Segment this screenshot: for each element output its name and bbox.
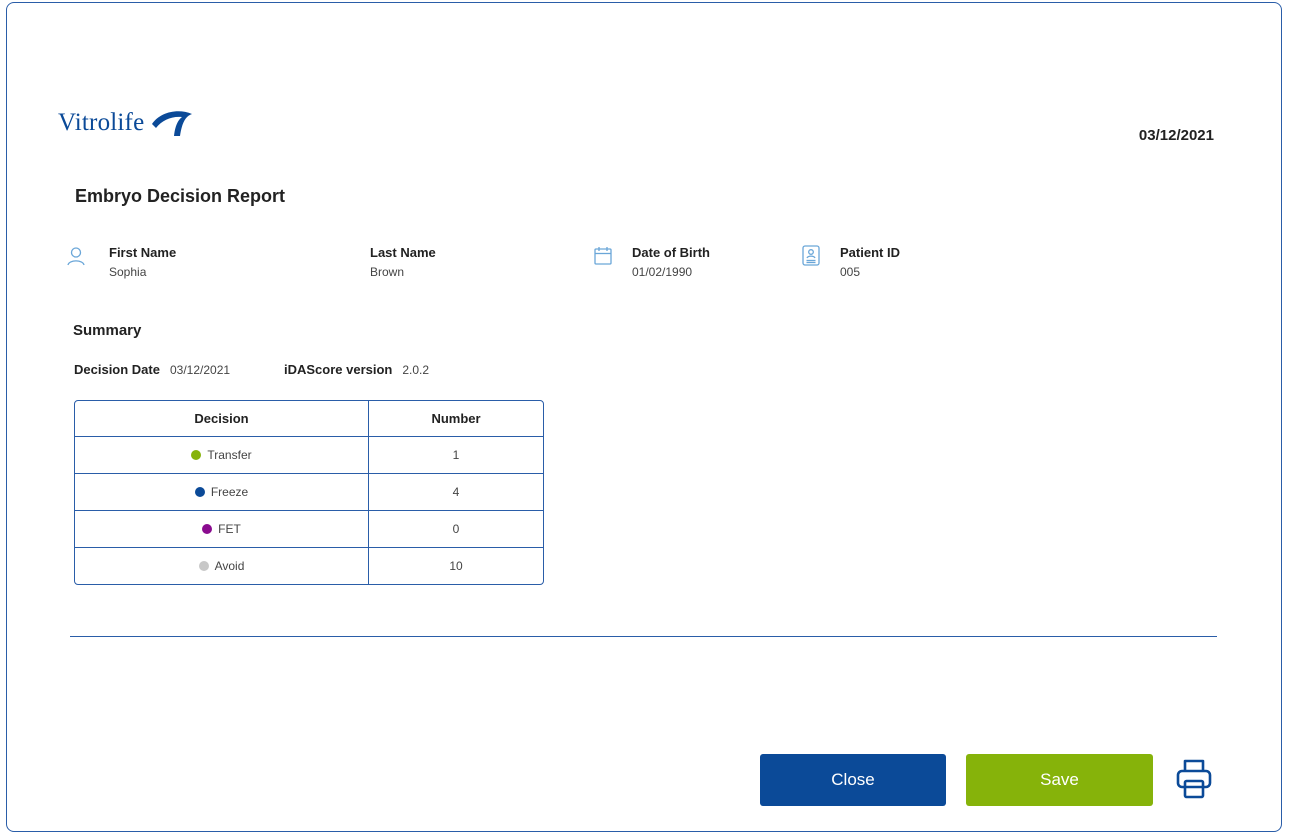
patient-id-value: 005 (840, 265, 861, 279)
dob-label: Date of Birth (632, 245, 710, 260)
number-cell: 0 (452, 522, 460, 536)
transfer-dot-icon (191, 450, 202, 460)
printer-icon[interactable] (1175, 757, 1213, 806)
person-icon (66, 246, 86, 271)
table-row: Freeze 4 (75, 473, 543, 510)
patient-id-field: Patient ID 005 (840, 245, 900, 279)
number-cell: 1 (452, 448, 460, 462)
number-cell: 10 (449, 559, 463, 573)
section-divider (70, 636, 1217, 637)
decision-date: Decision Date 03/12/2021 (74, 362, 230, 377)
decision-cell: FET (218, 522, 241, 536)
report-title: Embryo Decision Report (75, 186, 286, 206)
summary-title: Summary (73, 322, 142, 339)
logo-text: Vitrolife (58, 109, 145, 136)
decision-date-value: 03/12/2021 (169, 363, 231, 377)
decision-column-header: Decision (75, 401, 369, 436)
decision-table: Decision Number Transfer 1 Freeze 4 FET … (74, 400, 544, 585)
logo-swoosh-icon (150, 108, 194, 138)
freeze-dot-icon (194, 487, 205, 497)
decision-date-label: Decision Date (74, 362, 160, 377)
report-date: 03/12/2021 (1138, 127, 1214, 144)
calendar-icon (594, 246, 612, 271)
last-name-label: Last Name (370, 245, 436, 260)
table-row: FET 0 (75, 510, 543, 547)
idascore-version-value: 2.0.2 (402, 363, 430, 377)
first-name-field: First Name Sophia (109, 245, 176, 279)
first-name-value: Sophia (109, 265, 147, 279)
table-row: Avoid 10 (75, 547, 543, 584)
save-button[interactable]: Save (966, 754, 1153, 806)
last-name-value: Brown (370, 265, 405, 279)
dob-field: Date of Birth 01/02/1990 (632, 245, 710, 279)
table-row: Transfer 1 (75, 436, 543, 473)
patient-id-label: Patient ID (840, 245, 900, 260)
table-header-row: Decision Number (75, 401, 543, 436)
decision-cell: Transfer (207, 448, 252, 462)
vitrolife-logo: Vitrolife (58, 108, 194, 138)
fet-dot-icon (202, 524, 213, 534)
decision-cell: Avoid (214, 559, 245, 573)
avoid-dot-icon (198, 561, 209, 571)
idascore-version: iDAScore version 2.0.2 (284, 362, 429, 377)
close-button[interactable]: Close (760, 754, 946, 806)
first-name-label: First Name (109, 245, 177, 260)
id-card-icon (802, 245, 820, 271)
number-cell: 4 (452, 485, 460, 499)
decision-cell: Freeze (210, 485, 249, 499)
dob-value: 01/02/1990 (632, 265, 693, 279)
last-name-field: Last Name Brown (370, 245, 436, 279)
number-column-header: Number (431, 411, 481, 426)
idascore-version-label: iDAScore version (284, 362, 393, 377)
